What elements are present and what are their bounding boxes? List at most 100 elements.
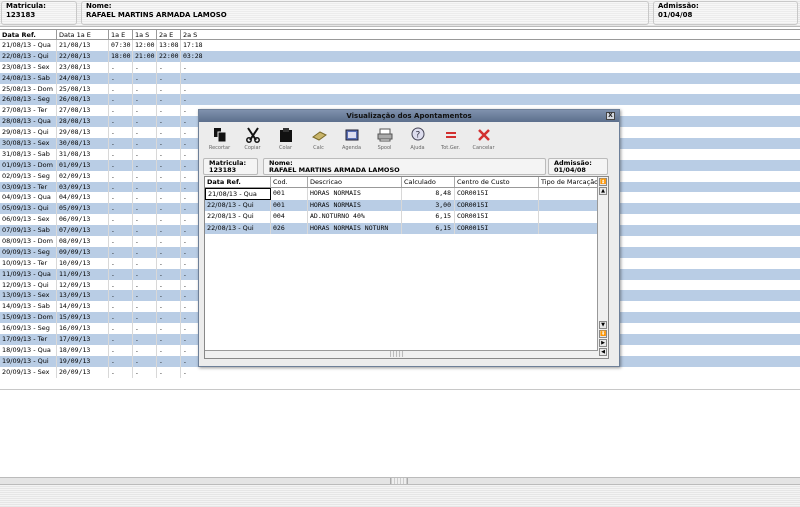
table-cell[interactable]: . xyxy=(133,138,157,149)
table-cell[interactable] xyxy=(539,211,599,223)
apontamentos-column-header[interactable]: Tipo de Marcação xyxy=(539,177,599,187)
grid-column-header[interactable]: Data 1a E xyxy=(57,30,109,39)
table-cell[interactable]: . xyxy=(109,225,133,237)
table-cell[interactable]: 12/09/13 xyxy=(57,279,109,291)
table-cell[interactable]: 08/09/13 - Dom xyxy=(0,236,57,247)
table-cell[interactable]: . xyxy=(181,94,800,105)
table-cell[interactable]: . xyxy=(157,290,181,302)
table-cell[interactable] xyxy=(539,188,599,200)
table-cell[interactable]: . xyxy=(157,148,181,160)
table-row[interactable]: 22/08/13 - Qui 004 AD.NOTURNO 40% 6,15 COR00… xyxy=(205,211,608,223)
table-cell[interactable]: . xyxy=(133,334,157,345)
main-horizontal-scrollbar[interactable] xyxy=(0,477,800,485)
table-row[interactable]: 26/08/13 - Seg 26/08/13.... xyxy=(0,94,800,106)
table-cell[interactable]: AD.NOTURNO 40% xyxy=(308,211,402,223)
table-cell[interactable]: . xyxy=(109,236,133,247)
toolbar-button-calc[interactable]: Calc xyxy=(302,122,335,158)
table-cell[interactable]: . xyxy=(157,127,181,139)
table-cell[interactable]: 001 xyxy=(271,199,308,211)
table-cell[interactable]: 20/09/13 - Sex xyxy=(0,366,57,378)
table-row[interactable]: 25/08/13 - Dom 25/08/13.... xyxy=(0,83,800,95)
table-cell[interactable]: . xyxy=(133,148,157,160)
scroll-thumb[interactable] xyxy=(390,478,408,484)
table-cell[interactable]: 22/08/13 - Qui xyxy=(205,222,271,234)
table-cell[interactable]: . xyxy=(133,170,157,182)
table-row[interactable]: 22/08/13 - Qui 026 HORAS NORMAIS NOTURN 6,1… xyxy=(205,222,608,234)
table-cell[interactable]: 001 xyxy=(271,188,308,200)
table-cell[interactable]: . xyxy=(133,116,157,128)
table-cell[interactable]: 25/08/13 xyxy=(57,83,109,95)
table-cell[interactable]: . xyxy=(109,94,133,106)
apontamentos-column-header[interactable]: Cod. xyxy=(271,177,308,187)
table-cell[interactable]: 24/08/13 - Sab xyxy=(0,72,57,84)
table-cell[interactable]: HORAS NORMAIS xyxy=(308,188,402,200)
table-cell[interactable]: 19/09/13 - Qui xyxy=(0,355,57,367)
table-cell[interactable]: 22/08/13 xyxy=(57,50,109,62)
scroll-up-icon[interactable]: ▲ xyxy=(599,187,607,195)
table-cell[interactable]: 02/09/13 xyxy=(57,170,109,182)
table-cell[interactable]: 8,48 xyxy=(402,188,455,200)
table-cell[interactable]: 22/08/13 - Qui xyxy=(205,211,271,223)
apontamentos-vertical-scrollbar[interactable]: ⏫ ▲ ▼ ⏬ ▶ ◀ xyxy=(597,177,608,358)
table-cell[interactable]: . xyxy=(133,236,157,247)
table-cell[interactable]: 30/08/13 xyxy=(57,138,109,149)
toolbar-button-cancelar[interactable]: Cancelar xyxy=(467,122,500,158)
table-cell[interactable]: 31/08/13 xyxy=(57,148,109,160)
table-cell[interactable]: 14/09/13 - Sab xyxy=(0,301,57,313)
table-cell[interactable]: 11/09/13 - Qua xyxy=(0,268,57,280)
table-cell[interactable]: . xyxy=(109,366,133,378)
table-cell[interactable]: 07:30 xyxy=(109,40,133,51)
table-cell[interactable]: . xyxy=(109,105,133,117)
scroll-left-icon[interactable]: ◀ xyxy=(599,348,607,356)
table-cell[interactable]: 07/09/13 xyxy=(57,225,109,237)
table-row[interactable]: 24/08/13 - Sab 24/08/13.... xyxy=(0,72,800,84)
toolbar-button-copiar[interactable]: Copiar xyxy=(236,122,269,158)
table-row[interactable]: 20/09/13 - Sex 20/09/13.... xyxy=(0,366,800,378)
table-cell[interactable]: . xyxy=(157,116,181,128)
apontamentos-dialog[interactable]: Visualização dos Apontamentos X Recortar… xyxy=(198,109,620,367)
table-cell[interactable]: . xyxy=(157,268,181,280)
table-cell[interactable]: . xyxy=(157,334,181,345)
table-cell[interactable]: COR0015I xyxy=(455,211,539,223)
table-cell[interactable]: . xyxy=(157,61,181,73)
table-cell[interactable]: . xyxy=(157,170,181,182)
table-cell[interactable]: 18/09/13 - Qua xyxy=(0,344,57,356)
table-cell[interactable]: 06/09/13 - Sex xyxy=(0,214,57,226)
table-cell[interactable]: . xyxy=(157,203,181,215)
table-cell[interactable]: . xyxy=(133,181,157,193)
table-cell[interactable]: 27/08/13 xyxy=(57,105,109,117)
table-cell[interactable]: 27/08/13 - Ter xyxy=(0,105,57,117)
table-cell[interactable]: 24/08/13 xyxy=(57,72,109,84)
table-cell[interactable]: 25/08/13 - Dom xyxy=(0,83,57,95)
table-cell[interactable]: . xyxy=(157,159,181,171)
table-cell[interactable]: 16/09/13 xyxy=(57,323,109,335)
table-cell[interactable]: 03/09/13 xyxy=(57,181,109,193)
table-cell[interactable]: 31/08/13 - Sab xyxy=(0,148,57,160)
table-cell[interactable]: 16/09/13 - Seg xyxy=(0,323,57,335)
table-cell[interactable]: 29/08/13 xyxy=(57,127,109,139)
table-cell[interactable]: . xyxy=(133,355,157,367)
table-cell[interactable]: 6,15 xyxy=(402,222,455,234)
table-cell[interactable]: . xyxy=(133,279,157,291)
table-cell[interactable]: . xyxy=(133,94,157,106)
apontamentos-column-header[interactable]: Centro de Custo xyxy=(455,177,539,187)
table-cell[interactable]: . xyxy=(157,236,181,247)
table-cell[interactable]: COR0015I xyxy=(455,199,539,211)
table-cell[interactable]: . xyxy=(133,203,157,215)
table-cell[interactable]: . xyxy=(133,344,157,356)
table-cell[interactable]: 10/09/13 - Ter xyxy=(0,257,57,269)
table-cell[interactable]: 18/09/13 xyxy=(57,344,109,356)
table-cell[interactable]: . xyxy=(109,257,133,269)
table-cell[interactable]: . xyxy=(109,268,133,280)
table-cell[interactable]: 09/09/13 xyxy=(57,246,109,258)
table-cell[interactable]: 3,00 xyxy=(402,199,455,211)
table-cell[interactable]: 13/09/13 - Sex xyxy=(0,290,57,302)
apontamentos-scroll-thumb[interactable] xyxy=(390,351,404,357)
table-cell[interactable]: 21:00 xyxy=(133,50,157,62)
table-row[interactable]: 21/08/13 - Qua 001 HORAS NORMAIS 8,48 COR001… xyxy=(205,188,608,200)
toolbar-button-spool[interactable]: Spool xyxy=(368,122,401,158)
table-cell[interactable]: 05/09/13 xyxy=(57,203,109,215)
grid-column-header[interactable]: Data Ref. xyxy=(0,30,57,39)
table-cell[interactable]: . xyxy=(157,312,181,324)
table-cell[interactable]: 28/08/13 - Qua xyxy=(0,116,57,128)
